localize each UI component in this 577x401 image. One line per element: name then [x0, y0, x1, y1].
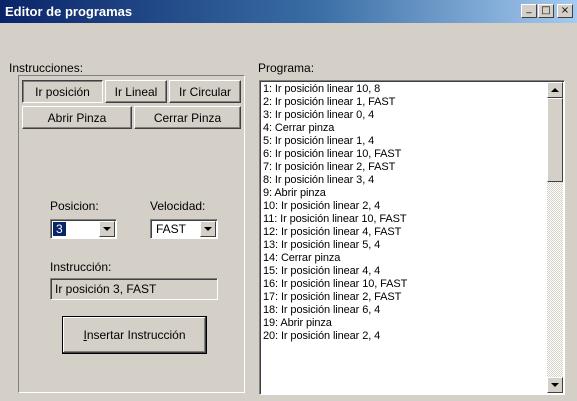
position-dropdown-button[interactable] [99, 221, 115, 237]
chevron-up-icon [551, 88, 559, 92]
list-item[interactable]: 14: Cerrar pinza [263, 252, 543, 265]
list-item[interactable]: 16: Ir posición linear 10, FAST [263, 278, 543, 291]
instruction-label: Instrucción: [50, 260, 112, 274]
speed-dropdown-button[interactable] [200, 221, 216, 237]
position-select[interactable]: 3 [50, 219, 117, 239]
open-gripper-label: Abrir Pinza [47, 110, 107, 125]
insert-instruction-label: Insertar Instrucción [83, 328, 185, 342]
tab-ir-circular-label: Ir Circular [178, 84, 231, 99]
list-item[interactable]: 12: Ir posición linear 4, FAST [263, 226, 543, 239]
speed-select[interactable]: FAST [150, 219, 218, 239]
list-item[interactable]: 5: Ir posición linear 1, 4 [263, 135, 543, 148]
tab-ir-lineal[interactable]: Ir Lineal [105, 80, 167, 103]
list-item[interactable]: 1: Ir posición linear 10, 8 [263, 83, 543, 96]
list-item[interactable]: 4: Cerrar pinza [263, 122, 543, 135]
scroll-down-button[interactable] [547, 377, 563, 393]
tab-ir-posicion-label: Ir posición [35, 84, 90, 99]
list-item[interactable]: 9: Abrir pinza [263, 187, 543, 200]
position-label: Posicion: [50, 199, 99, 213]
list-item[interactable]: 2: Ir posición linear 1, FAST [263, 96, 543, 109]
list-item[interactable]: 19: Abrir pinza [263, 317, 543, 330]
window-controls: _ □ × [520, 4, 573, 18]
minimize-button[interactable]: _ [521, 4, 537, 18]
window-title: Editor de programas [5, 4, 133, 19]
instruction-preview-field: Ir posición 3, FAST [50, 278, 218, 300]
maximize-icon: □ [541, 5, 551, 16]
list-item[interactable]: 18: Ir posición linear 6, 4 [263, 304, 543, 317]
tab-ir-posicion[interactable]: Ir posición [22, 80, 103, 103]
list-item[interactable]: 13: Ir posición linear 5, 4 [263, 239, 543, 252]
list-item[interactable]: 17: Ir posición linear 2, FAST [263, 291, 543, 304]
scroll-thumb[interactable] [547, 98, 563, 182]
speed-value: FAST [156, 222, 187, 236]
close-button[interactable]: × [557, 4, 573, 18]
minimize-icon: _ [526, 3, 532, 14]
editor-window: Editor de programas _ □ × Instrucciones:… [0, 0, 577, 401]
list-item[interactable]: 20: Ir posición linear 2, 4 [263, 330, 543, 343]
scroll-up-button[interactable] [547, 82, 563, 98]
program-label: Programa: [258, 61, 315, 75]
program-list: 1: Ir posición linear 10, 8 2: Ir posició… [263, 83, 543, 343]
maximize-button[interactable]: □ [538, 4, 554, 18]
chevron-down-icon [103, 227, 111, 231]
close-icon: × [560, 5, 570, 16]
insert-instruction-button[interactable]: Insertar Instrucción [62, 316, 207, 354]
tab-ir-lineal-label: Ir Lineal [114, 84, 158, 99]
list-item[interactable]: 6: Ir posición linear 10, FAST [263, 148, 543, 161]
close-gripper-button[interactable]: Cerrar Pinza [134, 106, 241, 129]
position-value: 3 [53, 222, 66, 236]
insert-instruction-text: nsertar Instrucción [86, 328, 186, 342]
tab-ir-circular[interactable]: Ir Circular [169, 80, 241, 103]
chevron-down-icon [204, 227, 212, 231]
program-scrollbar[interactable] [547, 82, 563, 393]
instructions-label: Instrucciones: [9, 61, 84, 75]
list-item[interactable]: 7: Ir posición linear 2, FAST [263, 161, 543, 174]
program-listbox[interactable]: 1: Ir posición linear 10, 8 2: Ir posició… [259, 80, 565, 395]
list-item[interactable]: 11: Ir posición linear 10, FAST [263, 213, 543, 226]
speed-label: Velocidad: [150, 199, 206, 213]
title-bar[interactable]: Editor de programas _ □ × [0, 0, 577, 23]
list-item[interactable]: 15: Ir posición linear 4, 4 [263, 265, 543, 278]
close-gripper-label: Cerrar Pinza [153, 110, 222, 125]
list-item[interactable]: 10: Ir posición linear 2, 4 [263, 200, 543, 213]
open-gripper-button[interactable]: Abrir Pinza [22, 106, 132, 129]
list-item[interactable]: 3: Ir posición linear 0, 4 [263, 109, 543, 122]
chevron-down-icon [551, 383, 559, 387]
list-item[interactable]: 8: Ir posición linear 3, 4 [263, 174, 543, 187]
